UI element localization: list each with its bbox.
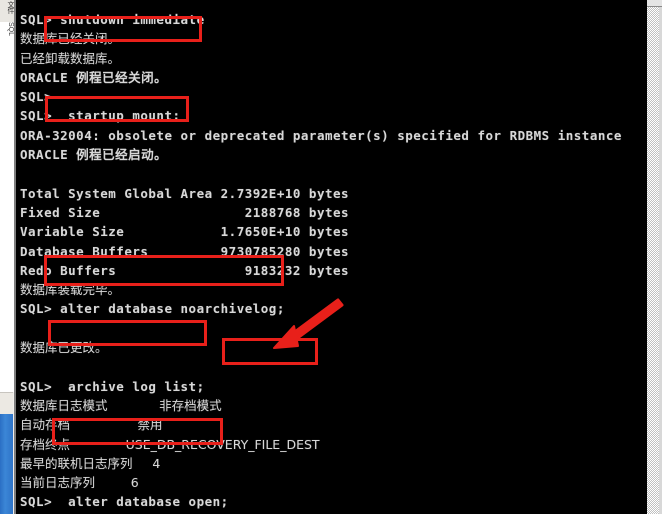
terminal-line: Variable Size 1.7650E+10 bytes	[20, 224, 350, 240]
background-window-sliver[interactable]: 文件 SQL	[0, 0, 15, 514]
taskbar-sliver[interactable]	[0, 414, 13, 514]
terminal-line: 自动存档 禁用	[20, 417, 163, 433]
terminal-line: 数据库日志模式 非存档模式	[20, 397, 222, 413]
terminal-line: ORA-32004: obsolete or deprecated parame…	[20, 127, 622, 143]
terminal-line: 数据库已经关闭。	[20, 31, 121, 47]
terminal-line: 存档终点 USE_DB_RECOVERY_FILE_DEST	[20, 436, 320, 452]
terminal-line: SQL> startup mount;	[20, 108, 181, 124]
terminal-line: 已经卸载数据库。	[20, 50, 121, 66]
screenshot-root: 文件 SQL SQL> shutdown immediate 数据库已经关闭。 已经…	[0, 0, 662, 514]
terminal-line: 当前日志序列 6	[20, 475, 139, 491]
terminal-line: 最早的联机日志序列 4	[20, 455, 161, 471]
terminal-line: Total System Global Area 2.7392E+10 byte…	[20, 185, 350, 201]
terminal-line: SQL> archive log list;	[20, 378, 205, 394]
terminal-line: 数据库装载完毕。	[20, 282, 121, 298]
desktop-right-topcap	[645, 0, 662, 7]
terminal-line: SQL> shutdown immediate	[20, 12, 205, 27]
terminal-line: SQL> alter database noarchivelog;	[20, 301, 285, 317]
terminal-output[interactable]: SQL> shutdown immediate 数据库已经关闭。 已经卸载数据库。 O…	[20, 10, 645, 510]
terminal-line: Database Buffers 9730785280 bytes	[20, 243, 350, 259]
terminal-line: SQL>	[20, 89, 53, 105]
terminal-line: Redo Buffers 9183232 bytes	[20, 262, 350, 278]
terminal-line: ORACLE 例程已经启动。	[20, 147, 168, 163]
background-window-titlebar: 文件	[0, 0, 14, 22]
terminal-line: Fixed Size 2188768 bytes	[20, 204, 350, 220]
background-window-body: SQL	[0, 22, 15, 392]
background-window-toolbar	[0, 392, 13, 416]
terminal-line: ORACLE 例程已经关闭。	[20, 69, 168, 85]
terminal-line: 数据库已更改。	[20, 340, 108, 356]
terminal-line: SQL> alter database open;	[20, 494, 229, 510]
